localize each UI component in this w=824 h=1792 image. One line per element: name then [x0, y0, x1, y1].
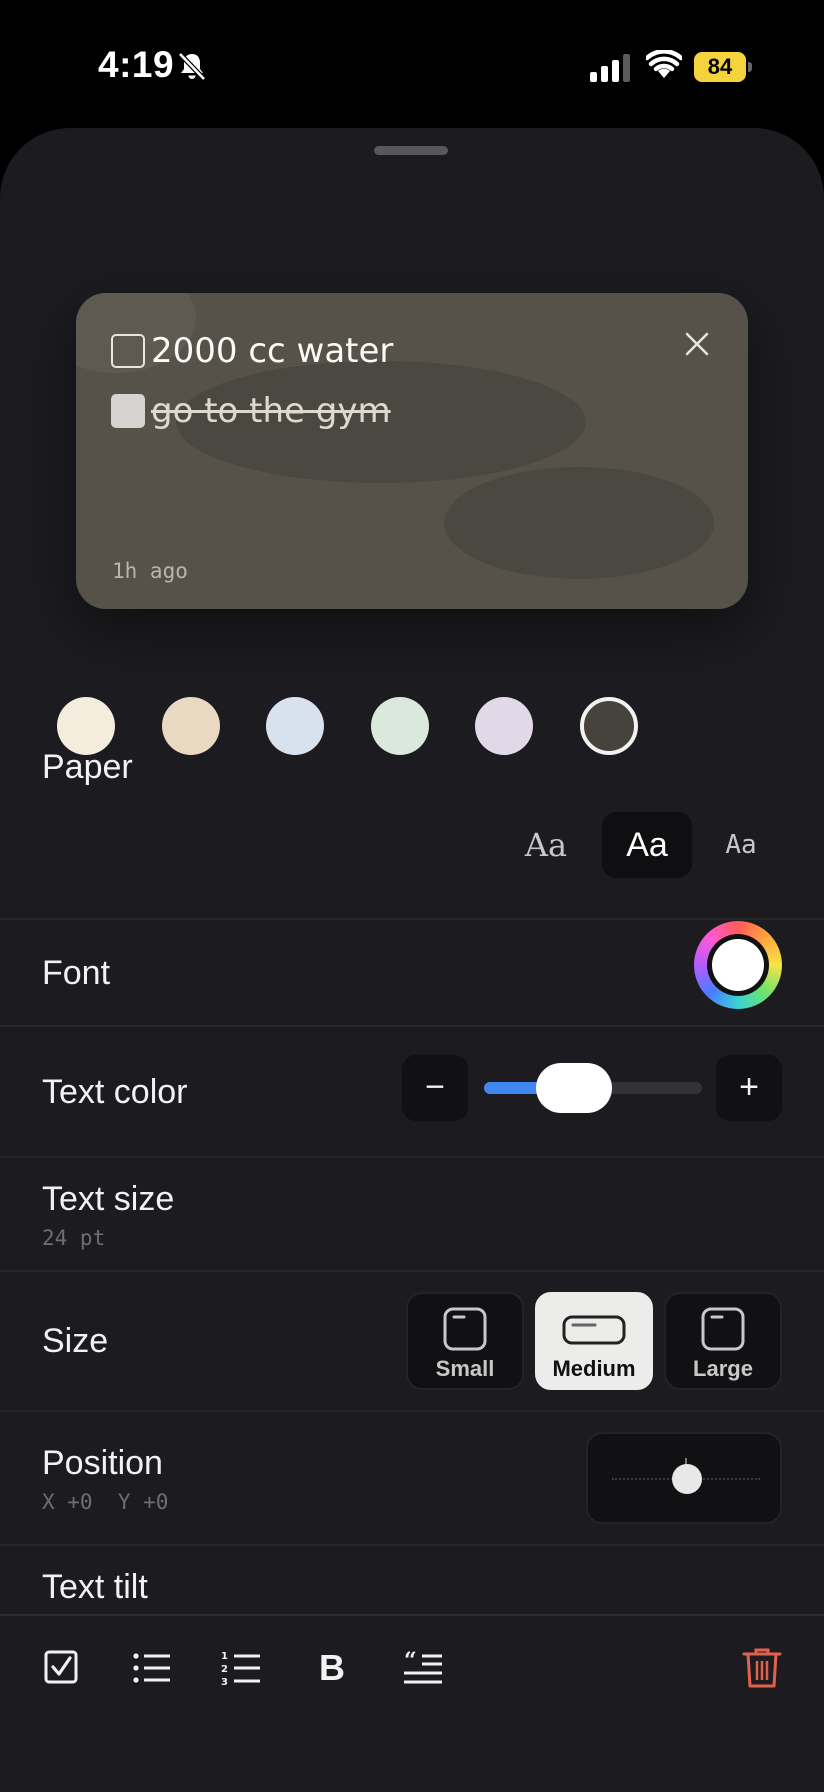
status-time: 4:19 — [98, 44, 175, 85]
svg-text:1: 1 — [221, 1651, 228, 1662]
divider — [0, 1270, 824, 1272]
slider-thumb[interactable] — [536, 1063, 612, 1113]
paper-swatch-cream[interactable] — [57, 697, 115, 755]
divider — [0, 1025, 824, 1027]
text-tilt-label: Text tilt — [42, 1568, 148, 1606]
font-option-mono[interactable]: Aa — [712, 812, 770, 878]
battery-icon: 84 — [694, 52, 752, 82]
todo-text[interactable]: 2000 cc water — [151, 331, 393, 371]
paper-swatch-green[interactable] — [371, 697, 429, 755]
size-option-label: Small — [435, 1356, 495, 1381]
size-option-large[interactable]: Large — [664, 1292, 782, 1390]
svg-text:3: 3 — [221, 1677, 228, 1688]
position-pad[interactable] — [586, 1432, 782, 1524]
font-label: Font — [42, 954, 111, 992]
bell-slash-icon — [178, 52, 206, 81]
medium-widget-icon — [562, 1315, 626, 1345]
color-ring-inner — [707, 934, 769, 996]
checkbox-unchecked[interactable] — [111, 334, 145, 368]
text-color-picker[interactable] — [694, 921, 782, 1009]
note-preview[interactable]: 2000 cc water go to the gym 1h ago — [76, 293, 748, 609]
note-texture — [444, 467, 714, 579]
divider — [0, 918, 824, 920]
svg-text:2: 2 — [221, 1664, 228, 1675]
position-value: X +0 Y +0 — [42, 1490, 169, 1514]
paper-swatch-tan[interactable] — [162, 697, 220, 755]
signal-icon — [590, 54, 630, 82]
size-label: Size — [42, 1322, 109, 1360]
size-option-label: Large — [693, 1356, 753, 1381]
position-label: Position — [42, 1444, 163, 1482]
large-widget-icon — [701, 1307, 745, 1351]
quote-icon[interactable]: “ — [398, 1644, 446, 1692]
svg-text:“: “ — [404, 1648, 417, 1674]
divider — [0, 1410, 824, 1412]
text-color-label: Text color — [42, 1073, 188, 1111]
current-color-dot — [712, 939, 764, 991]
small-widget-icon — [443, 1307, 487, 1351]
paper-swatch-blue[interactable] — [266, 697, 324, 755]
size-option-label: Medium — [552, 1356, 636, 1381]
paper-swatch-lavender[interactable] — [475, 697, 533, 755]
close-icon[interactable] — [682, 329, 712, 359]
decrease-size-button[interactable]: − — [402, 1055, 468, 1121]
battery-cap — [748, 62, 752, 72]
size-option-small[interactable]: Small — [406, 1292, 524, 1390]
font-option-sans[interactable]: Aa — [602, 812, 692, 878]
status-bar: 4:19 84 — [0, 0, 824, 130]
position-handle[interactable] — [672, 1464, 702, 1494]
font-option-serif[interactable]: Aa — [510, 812, 582, 878]
battery-level: 84 — [694, 52, 746, 82]
format-toolbar: 1 2 3 B “ — [0, 1614, 824, 1792]
bold-icon[interactable]: B — [308, 1644, 356, 1692]
checkbox-icon[interactable] — [38, 1644, 86, 1692]
divider — [0, 1544, 824, 1546]
paper-swatch-dark[interactable] — [580, 697, 638, 755]
todo-text[interactable]: go to the gym — [151, 391, 391, 431]
divider — [0, 1156, 824, 1158]
text-size-value: 24 pt — [42, 1226, 106, 1250]
todo-item[interactable]: 2000 cc water — [111, 331, 393, 371]
sheet-grabber[interactable] — [374, 146, 448, 155]
trash-icon[interactable] — [738, 1644, 786, 1692]
checkbox-checked[interactable] — [111, 394, 145, 428]
todo-item[interactable]: go to the gym — [111, 391, 391, 431]
increase-size-button[interactable]: + — [716, 1055, 782, 1121]
wifi-icon — [646, 50, 682, 78]
size-option-medium[interactable]: Medium — [535, 1292, 653, 1390]
text-size-label: Text size — [42, 1180, 175, 1218]
bullet-list-icon[interactable] — [128, 1644, 176, 1692]
numbered-list-icon[interactable]: 1 2 3 — [218, 1644, 266, 1692]
note-timestamp: 1h ago — [112, 559, 188, 583]
